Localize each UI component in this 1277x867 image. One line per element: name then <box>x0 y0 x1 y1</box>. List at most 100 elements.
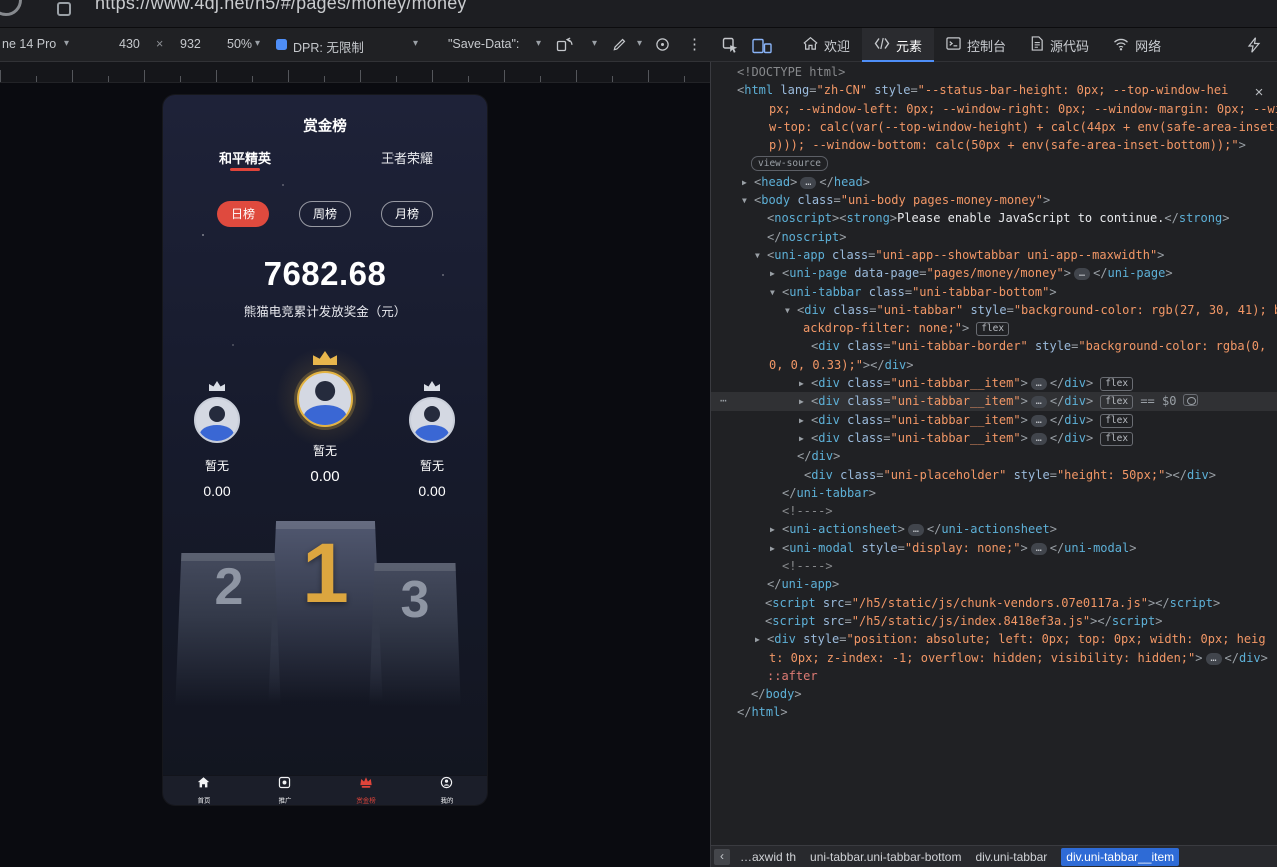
expand-ellipsis[interactable]: … <box>1031 415 1047 427</box>
breadcrumb-scroll-left-icon[interactable]: ‹ <box>714 849 730 865</box>
period-button-weekly[interactable]: 周榜 <box>299 201 351 227</box>
dom-tree-node[interactable]: </body> <box>711 685 1277 703</box>
chevron-down-icon[interactable]: ▾ <box>255 38 260 49</box>
dom-tree-node[interactable]: ⋯▶<div class="uni-tabbar__item">…</div>f… <box>711 392 1277 410</box>
disclosure-arrow-icon[interactable]: ▼ <box>785 302 797 320</box>
dom-tree-node[interactable]: ▼<body class="uni-body pages-money-money… <box>711 191 1277 209</box>
disclosure-arrow-icon[interactable]: ▼ <box>755 247 767 265</box>
dom-tree-node[interactable]: p))); --window-bottom: calc(50px + env(s… <box>711 136 1277 154</box>
disclosure-arrow-icon[interactable]: ▼ <box>770 284 782 302</box>
tabbar-item-bounty[interactable]: 赏金榜 <box>325 776 406 805</box>
disclosure-arrow-icon[interactable]: ▶ <box>770 521 782 539</box>
dom-tree-node[interactable]: <!----> <box>711 557 1277 575</box>
tab-welcome[interactable]: 欢迎 <box>791 28 862 62</box>
period-button-monthly[interactable]: 月榜 <box>381 201 433 227</box>
dom-tree-node[interactable]: ::after <box>711 667 1277 685</box>
dom-tree-node[interactable]: <noscript><strong>Please enable JavaScri… <box>711 209 1277 227</box>
dom-tree-node[interactable]: ▶<div style="position: absolute; left: 0… <box>711 630 1277 648</box>
disclosure-arrow-icon[interactable]: ▶ <box>742 174 754 192</box>
expand-ellipsis[interactable]: … <box>908 524 924 536</box>
edit-pen-icon[interactable] <box>612 37 627 57</box>
flex-badge[interactable]: flex <box>1100 432 1133 446</box>
device-select[interactable]: ne 14 Pro <box>2 37 56 51</box>
throttling-select[interactable]: DPR: 无限制 <box>293 37 364 56</box>
rotate-viewport-icon[interactable] <box>556 36 574 57</box>
breadcrumb-item[interactable]: div.uni-tabbar <box>975 850 1047 864</box>
game-tab-hok[interactable]: 王者荣耀 <box>367 148 447 167</box>
disclosure-arrow-icon[interactable]: ▶ <box>799 412 811 430</box>
dom-tree-node[interactable]: ▼<uni-tabbar class="uni-tabbar-bottom"> <box>711 283 1277 301</box>
expand-ellipsis[interactable]: … <box>1074 268 1090 280</box>
browser-tab-icon[interactable] <box>57 2 71 16</box>
viewport-height-field[interactable]: 932 <box>180 37 201 51</box>
dom-tree-node[interactable]: ackdrop-filter: none;">flex <box>711 319 1277 337</box>
dom-tree-node[interactable]: ▶<uni-actionsheet>…</uni-actionsheet> <box>711 520 1277 538</box>
dom-tree-node[interactable]: <!DOCTYPE html> <box>711 63 1277 81</box>
dom-tree-node[interactable]: px; --window-left: 0px; --window-right: … <box>711 100 1277 118</box>
flex-badge[interactable]: flex <box>1100 395 1133 409</box>
avatar[interactable] <box>297 371 353 427</box>
dom-tree-node[interactable]: <div class="uni-tabbar-border" style="ba… <box>711 337 1277 355</box>
close-icon[interactable]: × <box>1250 84 1268 102</box>
dom-tree-node[interactable]: view-source <box>711 154 1277 172</box>
save-data-select[interactable]: "Save-Data": <box>448 37 519 51</box>
dom-tree-node[interactable]: ▶<head>…</head> <box>711 173 1277 191</box>
node-menu-icon[interactable]: ⋯ <box>720 392 727 410</box>
address-bar-url[interactable]: https://www.4dj.net/h5/#/pages/money/mon… <box>95 0 467 14</box>
chevron-down-icon[interactable]: ▾ <box>413 38 418 49</box>
zoom-select[interactable]: 50% <box>227 37 252 51</box>
disclosure-arrow-icon[interactable]: ▶ <box>799 375 811 393</box>
expand-ellipsis[interactable]: … <box>1031 433 1047 445</box>
overflow-menu-icon[interactable]: ⋮ <box>687 35 702 53</box>
dom-tree-node[interactable]: </noscript> <box>711 228 1277 246</box>
expand-ellipsis[interactable]: … <box>1031 396 1047 408</box>
dom-tree-node[interactable]: </div> <box>711 447 1277 465</box>
dom-tree-node[interactable]: 0, 0, 0.33);"></div> <box>711 356 1277 374</box>
disclosure-arrow-icon[interactable]: ▶ <box>770 265 782 283</box>
tabbar-item-home[interactable]: 首页 <box>163 776 244 805</box>
viewport-width-field[interactable]: 430 <box>119 37 140 51</box>
breadcrumb-item[interactable]: uni-tabbar.uni-tabbar-bottom <box>810 850 961 864</box>
dom-tree-node[interactable]: <!----> <box>711 502 1277 520</box>
tab-sources[interactable]: 源代码 <box>1018 28 1101 62</box>
dom-tree-node[interactable]: <div class="uni-placeholder" style="heig… <box>711 466 1277 484</box>
disclosure-arrow-icon[interactable]: ▼ <box>742 192 754 210</box>
dom-tree-node[interactable]: ▶<div class="uni-tabbar__item">…</div>fl… <box>711 411 1277 429</box>
adorner-icon[interactable] <box>1183 394 1198 406</box>
target-circle-icon[interactable] <box>655 37 670 57</box>
dom-tree-node[interactable]: </html> <box>711 703 1277 721</box>
tab-console[interactable]: 控制台 <box>934 28 1018 62</box>
dom-tree-node[interactable]: ▶<div class="uni-tabbar__item">…</div>fl… <box>711 374 1277 392</box>
chevron-down-icon[interactable]: ▾ <box>592 38 597 49</box>
dom-tree-node[interactable]: ▼<uni-app class="uni-app--showtabbar uni… <box>711 246 1277 264</box>
disclosure-arrow-icon[interactable]: ▶ <box>799 393 811 411</box>
dom-tree-node[interactable]: <html lang="zh-CN" style="--status-bar-h… <box>711 81 1277 99</box>
tab-elements[interactable]: 元素 <box>862 28 934 62</box>
expand-ellipsis[interactable]: … <box>1031 378 1047 390</box>
view-source-badge[interactable]: view-source <box>751 156 828 171</box>
period-button-daily[interactable]: 日榜 <box>217 201 269 227</box>
disclosure-arrow-icon[interactable]: ▶ <box>799 430 811 448</box>
flex-badge[interactable]: flex <box>1100 414 1133 428</box>
dom-tree-node[interactable]: </uni-app> <box>711 575 1277 593</box>
disclosure-arrow-icon[interactable]: ▶ <box>755 631 767 649</box>
dom-tree-node[interactable]: ▶<uni-modal style="display: none;">…</un… <box>711 539 1277 557</box>
chevron-down-icon[interactable]: ▾ <box>64 38 69 49</box>
chevron-down-icon[interactable]: ▾ <box>637 38 642 49</box>
game-tab-pubg[interactable]: 和平精英 <box>205 148 285 167</box>
device-toolbar-icon[interactable] <box>752 38 772 59</box>
chevron-down-icon[interactable]: ▾ <box>536 38 541 49</box>
dom-tree-node[interactable]: ▼<div class="uni-tabbar" style="backgrou… <box>711 301 1277 319</box>
expand-ellipsis[interactable]: … <box>1206 653 1222 665</box>
dom-tree-node[interactable]: </uni-tabbar> <box>711 484 1277 502</box>
dom-tree-node[interactable]: <script src="/h5/static/js/index.8418ef3… <box>711 612 1277 630</box>
expand-ellipsis[interactable]: … <box>800 177 816 189</box>
avatar[interactable] <box>194 397 240 443</box>
avatar[interactable] <box>409 397 455 443</box>
inspect-element-icon[interactable] <box>722 37 739 59</box>
disclosure-arrow-icon[interactable]: ▶ <box>770 540 782 558</box>
breadcrumb-item[interactable]: div.uni-tabbar__item <box>1061 848 1179 866</box>
tabbar-item-promo[interactable]: 推广 <box>244 776 325 805</box>
dom-tree-node[interactable]: <script src="/h5/static/js/chunk-vendors… <box>711 594 1277 612</box>
tabbar-item-profile[interactable]: 我的 <box>406 776 487 805</box>
